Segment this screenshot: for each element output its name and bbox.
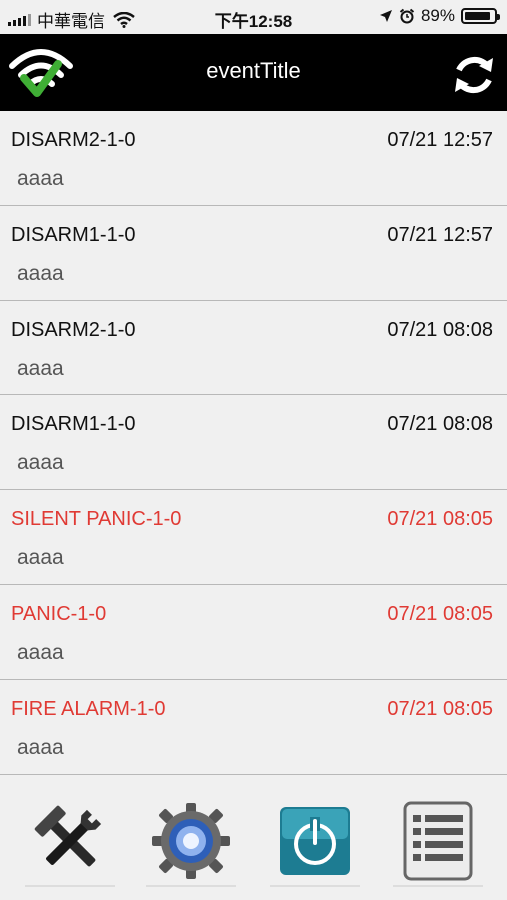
event-title: SILENT PANIC-1-0 bbox=[11, 508, 182, 531]
event-list: DISARM2-1-0 07/21 12:57 aaaa DISARM1-1-0… bbox=[0, 111, 507, 775]
event-time: 07/21 12:57 bbox=[387, 129, 493, 151]
page-title: eventTitle bbox=[206, 58, 301, 83]
battery-icon bbox=[461, 8, 500, 24]
settings-gear-icon bbox=[152, 803, 230, 879]
event-message: aaaa bbox=[17, 356, 64, 380]
event-row-alarm[interactable]: SILENT PANIC-1-0 07/21 08:05 aaaa bbox=[0, 490, 507, 585]
list-icon bbox=[403, 801, 473, 881]
event-title: DISARM2-1-0 bbox=[11, 318, 136, 341]
event-message: aaaa bbox=[17, 167, 64, 190]
event-time: 07/21 12:57 bbox=[387, 223, 493, 246]
tools-icon bbox=[34, 805, 102, 867]
alarm-clock-icon bbox=[399, 8, 415, 24]
event-row-alarm[interactable]: PANIC-1-0 07/21 08:05 aaaa bbox=[0, 585, 507, 680]
event-row[interactable]: DISARM1-1-0 07/21 08:08 aaaa bbox=[0, 395, 507, 491]
event-title: DISARM2-1-0 bbox=[11, 129, 136, 151]
event-title: DISARM1-1-0 bbox=[11, 223, 136, 246]
battery-fill bbox=[465, 12, 490, 20]
event-message: aaaa bbox=[17, 451, 64, 475]
event-message: aaaa bbox=[17, 261, 64, 285]
event-row[interactable]: DISARM2-1-0 07/21 12:57 aaaa bbox=[0, 111, 507, 206]
nav-bar: eventTitle bbox=[0, 34, 507, 111]
event-time: 07/21 08:05 bbox=[387, 697, 493, 720]
refresh-icon[interactable] bbox=[449, 50, 499, 100]
event-time: 07/21 08:08 bbox=[387, 318, 493, 341]
event-row[interactable]: DISARM2-1-0 07/21 08:08 aaaa bbox=[0, 301, 507, 396]
status-bar: 中華電信 下午12:58 89% bbox=[0, 0, 507, 34]
event-message: aaaa bbox=[17, 640, 64, 664]
event-row[interactable]: DISARM1-1-0 07/21 12:57 aaaa bbox=[0, 206, 507, 301]
event-time: 07/21 08:05 bbox=[387, 508, 493, 531]
tab-power[interactable] bbox=[270, 801, 360, 887]
tab-bar bbox=[0, 777, 507, 900]
event-title: PANIC-1-0 bbox=[11, 602, 107, 625]
event-row-alarm[interactable]: FIRE ALARM-1-0 07/21 08:05 aaaa bbox=[0, 680, 507, 775]
event-time: 07/21 08:08 bbox=[387, 413, 493, 436]
tab-settings[interactable] bbox=[146, 801, 236, 887]
event-time: 07/21 08:05 bbox=[387, 602, 493, 625]
event-title: FIRE ALARM-1-0 bbox=[11, 697, 166, 720]
tab-tools[interactable] bbox=[25, 801, 115, 887]
tab-list[interactable] bbox=[393, 801, 483, 887]
battery-percent: 89% bbox=[420, 6, 455, 25]
power-icon bbox=[280, 807, 350, 875]
event-message: aaaa bbox=[17, 546, 64, 570]
status-right: 89% bbox=[379, 6, 500, 26]
location-icon bbox=[379, 10, 392, 22]
event-title: DISARM1-1-0 bbox=[11, 413, 136, 436]
event-message: aaaa bbox=[17, 735, 64, 759]
